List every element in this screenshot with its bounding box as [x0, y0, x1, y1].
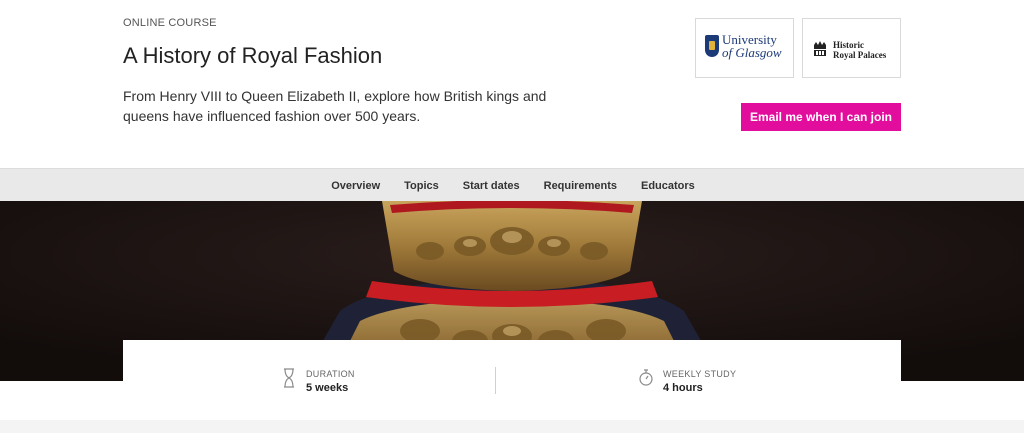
- page-title: A History of Royal Fashion: [123, 43, 383, 68]
- nav-item-topics[interactable]: Topics: [404, 180, 439, 192]
- nav-item-start-dates[interactable]: Start dates: [463, 180, 520, 192]
- nav-item-overview[interactable]: Overview: [331, 180, 380, 192]
- duration-value: 5 weeks: [306, 382, 349, 394]
- course-header: ONLINE COURSE A History of Royal Fashion…: [0, 0, 1024, 168]
- glasgow-logo-line2: of Glasgow: [722, 45, 782, 60]
- glasgow-crest-icon: [705, 35, 719, 57]
- hrp-logo-line1: Historic: [833, 40, 864, 50]
- course-description: From Henry VIII to Queen Elizabeth II, e…: [123, 88, 547, 124]
- historic-royal-palaces-logo[interactable]: Historic Royal Palaces: [802, 18, 901, 78]
- course-section-nav: Overview Topics Start dates Requirements…: [0, 168, 1024, 201]
- nav-item-educators[interactable]: Educators: [641, 180, 695, 192]
- email-me-when-i-can-join-button[interactable]: Email me when I can join: [741, 103, 901, 131]
- crown-icon: [814, 41, 826, 56]
- nav-item-requirements[interactable]: Requirements: [544, 180, 617, 192]
- weekly-study-label: WEEKLY STUDY: [663, 369, 737, 379]
- hrp-logo-line2: Royal Palaces: [833, 50, 887, 60]
- course-type-label: ONLINE COURSE: [123, 17, 217, 29]
- university-of-glasgow-logo[interactable]: University of Glasgow: [695, 18, 794, 78]
- stats-divider: [495, 367, 496, 394]
- duration-label: DURATION: [306, 369, 355, 379]
- page-lower-strip: [0, 420, 1024, 433]
- stopwatch-icon: [639, 369, 653, 386]
- hourglass-icon: [284, 368, 294, 388]
- weekly-study-value: 4 hours: [663, 382, 703, 394]
